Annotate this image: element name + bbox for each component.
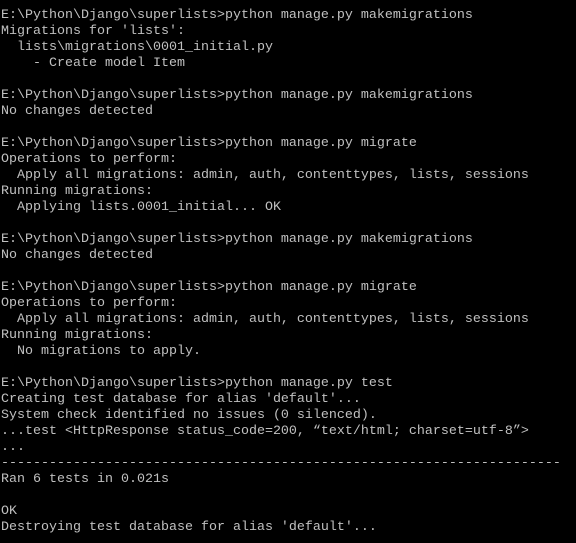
terminal-line: - Create model Item [1,56,185,71]
terminal-line: Running migrations: [1,184,153,199]
terminal-line: Apply all migrations: admin, auth, conte… [1,168,529,183]
terminal-line: E:\Python\Django\superlists>python manag… [1,88,473,103]
terminal-line: No migrations to apply. [1,344,201,359]
terminal-line: Operations to perform: [1,152,177,167]
terminal-line: System check identified no issues (0 sil… [1,408,377,423]
terminal-line: E:\Python\Django\superlists>python manag… [1,8,473,23]
terminal-line: Applying lists.0001_initial... OK [1,200,281,215]
terminal-line: E:\Python\Django\superlists>python manag… [1,376,393,391]
terminal-line: ----------------------------------------… [1,456,561,471]
terminal-line: Migrations for 'lists': [1,24,185,39]
terminal-line: No changes detected [1,104,153,119]
terminal-line: ... [1,440,25,455]
terminal-line: E:\Python\Django\superlists>python manag… [1,232,473,247]
terminal-line: Apply all migrations: admin, auth, conte… [1,312,529,327]
terminal-line: Operations to perform: [1,296,177,311]
terminal-line: E:\Python\Django\superlists>python manag… [1,136,417,151]
terminal-line: E:\Python\Django\superlists>python manag… [1,280,417,295]
terminal-line: Destroying test database for alias 'defa… [1,520,377,535]
terminal-line: No changes detected [1,248,153,263]
terminal-line: Running migrations: [1,328,153,343]
terminal-line: Creating test database for alias 'defaul… [1,392,361,407]
terminal-window[interactable]: E:\Python\Django\superlists>python manag… [0,0,576,543]
terminal-line: ...test <HttpResponse status_code=200, “… [1,424,529,439]
terminal-line: OK [1,504,17,519]
terminal-line: lists\migrations\0001_initial.py [1,40,273,55]
terminal-line: Ran 6 tests in 0.021s [1,472,169,487]
